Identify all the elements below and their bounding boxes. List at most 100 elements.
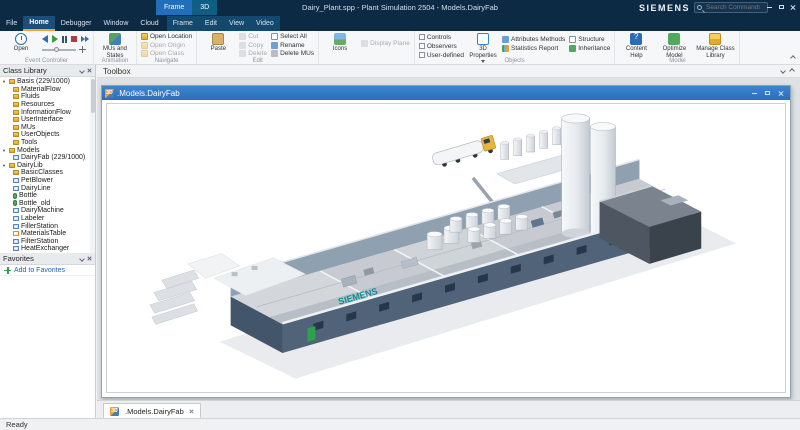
inheritance-button[interactable]: Inheritance [569, 44, 610, 53]
expander-icon[interactable]: ▼ [2, 163, 7, 168]
cut-button[interactable]: Cut [239, 33, 267, 41]
toolbox-bar: Toolbox [97, 65, 800, 78]
tree-item-fluids[interactable]: Fluids [0, 93, 95, 101]
group-tab-3d[interactable]: 3D [192, 0, 218, 15]
tree-item-labeler[interactable]: Labeler [0, 215, 95, 223]
tree-item-mus[interactable]: MUs [0, 124, 95, 132]
close-tab-icon[interactable] [189, 409, 194, 414]
observers-checkbox-row[interactable]: Observers [418, 42, 464, 50]
tree-scrollbar[interactable] [90, 77, 95, 253]
3d-frame-icon: 3D [110, 406, 119, 416]
minimize-button[interactable] [764, 2, 774, 12]
add-to-favorites-button[interactable]: Add to Favorites [0, 265, 95, 276]
content-help-button[interactable]: Content Help [619, 32, 653, 59]
tree-item-bottle[interactable]: Bottle [0, 192, 95, 200]
display-plane-button[interactable]: Display Plane [361, 40, 410, 48]
statistics-report-button[interactable]: Statistics Report [502, 44, 565, 53]
chevron-down-icon[interactable] [780, 68, 786, 74]
select-all-button[interactable]: Select All [271, 33, 314, 41]
start-icon[interactable] [52, 35, 58, 43]
pause-icon[interactable] [62, 35, 67, 43]
tree-item-materialstable[interactable]: MaterialsTable [0, 230, 95, 238]
tree-item-informationflow[interactable]: InformationFlow [0, 108, 95, 116]
chevron-up-icon[interactable] [789, 68, 795, 74]
expander-icon[interactable]: ▼ [2, 79, 7, 84]
open-class-button[interactable]: Open Class [141, 50, 192, 58]
tree-item-basicclasses[interactable]: BasicClasses [0, 169, 95, 177]
group-label: Event Controller [24, 58, 69, 64]
observers-checkbox[interactable] [418, 43, 425, 49]
tree-item-dairymachine[interactable]: DairyMachine [0, 207, 95, 215]
tree-item-tools[interactable]: Tools [0, 139, 95, 147]
command-search[interactable] [694, 2, 768, 13]
controls-checkbox[interactable] [418, 34, 425, 40]
maximize-button[interactable] [776, 2, 786, 12]
tab-cloud[interactable]: Cloud [134, 16, 164, 31]
frame-window-titlebar[interactable]: 3D .Models.DairyFab [102, 86, 790, 100]
tab-frame[interactable]: Frame [167, 16, 199, 31]
tab-window[interactable]: Window [97, 16, 134, 31]
optimize-model-button[interactable]: Optimize Model [657, 32, 691, 59]
tree-item-bottle-old[interactable]: Bottle_old [0, 200, 95, 208]
tree-item-materialflow[interactable]: MaterialFlow [0, 86, 95, 94]
tree-item-petblower[interactable]: PetBlower [0, 177, 95, 185]
delete-button[interactable]: Delete [239, 50, 267, 58]
frame-maximize-button[interactable] [761, 87, 774, 99]
tree-item-dairyfab[interactable]: DairyFab (229/1000) [0, 154, 95, 162]
tree-item-userinterface[interactable]: UserInterface [0, 116, 95, 124]
open-origin-button[interactable]: Open Origin [141, 41, 192, 50]
expander-icon[interactable]: ▼ [2, 148, 7, 153]
tree-item-dairyline[interactable]: DairyLine [0, 184, 95, 192]
tree-item-resources[interactable]: Resources [0, 101, 95, 109]
tree-item-dairylib[interactable]: ▼ DairyLib [0, 162, 95, 170]
tab-video[interactable]: Video [250, 16, 280, 31]
delete-mus-button[interactable]: Delete MUs [271, 50, 314, 58]
close-panel-icon[interactable] [87, 256, 92, 261]
copy-button[interactable]: Copy [239, 41, 267, 50]
collapse-ribbon-icon[interactable] [790, 55, 796, 61]
slider-knob[interactable] [54, 46, 59, 52]
attributes-methods-button[interactable]: Attributes Methods [502, 36, 565, 44]
chevron-down-icon[interactable] [79, 67, 85, 74]
slider-track[interactable] [42, 46, 76, 52]
speed-slider[interactable] [42, 46, 89, 53]
tree-item-fillerstation[interactable]: FillerStation [0, 222, 95, 230]
tab-home[interactable]: Home [23, 16, 55, 31]
search-input[interactable] [704, 3, 762, 12]
tab-file[interactable]: File [0, 16, 23, 31]
group-tab-frame[interactable]: Frame [156, 0, 193, 15]
fast-forward-icon[interactable] [81, 36, 89, 42]
paste-button[interactable]: Paste [201, 32, 235, 53]
plus-icon[interactable] [79, 46, 86, 53]
close-panel-icon[interactable] [87, 68, 92, 73]
manage-class-library-button[interactable]: Manage Class Library [695, 32, 735, 59]
tab-models-dairyfab[interactable]: 3D .Models.DairyFab [103, 403, 201, 418]
close-button[interactable] [788, 2, 798, 12]
frame-minimize-button[interactable] [748, 87, 761, 99]
scrollbar-thumb[interactable] [90, 79, 95, 113]
tab-debugger[interactable]: Debugger [55, 16, 98, 31]
tab-edit[interactable]: Edit [199, 16, 223, 31]
chevron-down-icon[interactable] [79, 255, 85, 262]
3d-canvas[interactable]: SIEMENS Plant Simulation [102, 100, 790, 397]
structure-button[interactable]: Structure [569, 36, 610, 44]
mus-and-states-button[interactable]: MUs and States [98, 32, 132, 59]
tree-item-filterstation[interactable]: FilterStation [0, 237, 95, 245]
frame-icon [13, 185, 19, 191]
frame-close-button[interactable] [774, 87, 787, 99]
open-location-button[interactable]: Open Location [141, 33, 192, 41]
close-icon [790, 4, 796, 10]
tree-item-userobjects[interactable]: UserObjects [0, 131, 95, 139]
controls-checkbox-row[interactable]: Controls [418, 33, 464, 41]
frame-icon [13, 155, 19, 161]
3d-scene[interactable]: SIEMENS Plant Simulation [102, 100, 790, 397]
reset-icon[interactable] [42, 35, 48, 43]
tab-view[interactable]: View [223, 16, 250, 31]
rename-button[interactable]: Rename [271, 41, 314, 50]
tree-item-models[interactable]: ▼ Models [0, 146, 95, 154]
tree-item-basis[interactable]: ▼ Basis (229/1000) [0, 78, 95, 86]
open-event-controller-button[interactable]: Open [4, 32, 38, 53]
stop-icon[interactable] [71, 36, 77, 42]
tree-item-heatexchanger[interactable]: HeatExchanger [0, 245, 95, 253]
icons-button[interactable]: Icons [323, 32, 357, 53]
